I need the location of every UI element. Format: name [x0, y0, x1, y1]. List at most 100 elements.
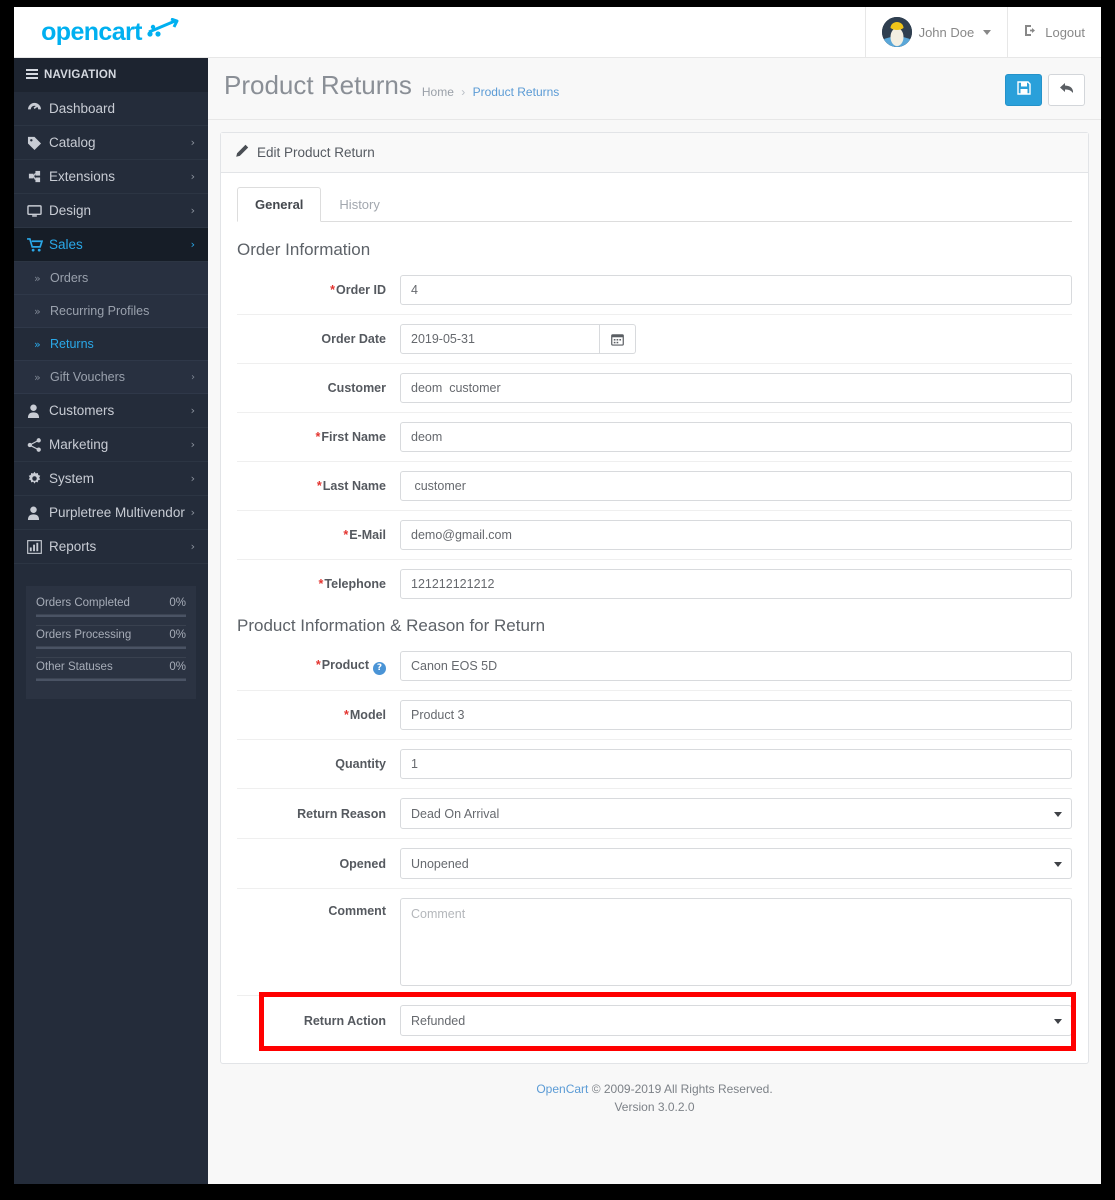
- sidebar-label: System: [49, 471, 95, 486]
- field-row-first-name: *First Name: [237, 413, 1072, 462]
- required-asterisk: *: [318, 577, 324, 591]
- sidebar-item-recurring-profiles[interactable]: » Recurring Profiles: [14, 295, 208, 328]
- avatar: [881, 17, 912, 47]
- stat-label: Orders Completed: [36, 597, 130, 609]
- telephone-input[interactable]: [400, 569, 1072, 599]
- navigation-label: NAVIGATION: [44, 69, 117, 81]
- back-button[interactable]: [1048, 74, 1085, 106]
- return-reason-select[interactable]: Dead On Arrival: [400, 798, 1072, 829]
- sidebar-item-customers[interactable]: Customers ›: [14, 394, 208, 428]
- comment-textarea[interactable]: [400, 898, 1072, 986]
- chevron-right-icon: ›: [190, 540, 195, 553]
- sidebar-item-orders[interactable]: » Orders: [14, 262, 208, 295]
- stat-value: 0%: [169, 597, 186, 609]
- desktop-icon: [27, 204, 49, 218]
- panel-body: General History Order Information *Order…: [221, 173, 1088, 1063]
- save-button[interactable]: [1005, 74, 1042, 106]
- sidebar-item-extensions[interactable]: Extensions ›: [14, 160, 208, 194]
- chevron-right-icon: ›: [190, 438, 195, 451]
- sidebar-item-dashboard[interactable]: Dashboard: [14, 92, 208, 126]
- tabs: General History: [237, 187, 1072, 222]
- label-opened: Opened: [339, 856, 386, 871]
- page-title: Product Returns: [224, 70, 412, 100]
- first-name-input[interactable]: [400, 422, 1072, 452]
- field-row-return-reason: Return Reason Dead On Arrival: [237, 789, 1072, 839]
- footer-version: Version 3.0.2.0: [614, 1100, 695, 1114]
- chevron-right-icon: ›: [191, 371, 195, 383]
- required-asterisk: *: [344, 708, 349, 722]
- sidebar-label: Purpletree Multivendor: [49, 505, 185, 520]
- double-chevron-icon: »: [34, 337, 41, 351]
- label-last-name: *Last Name: [316, 479, 386, 493]
- opencart-cart-icon: [147, 17, 181, 40]
- field-row-return-action: Return Action Refunded: [237, 992, 1076, 1051]
- user-menu[interactable]: John Doe: [864, 7, 1008, 57]
- required-asterisk: *: [330, 283, 335, 297]
- sidebar-item-sales[interactable]: Sales ›: [14, 228, 208, 262]
- double-chevron-icon: »: [34, 370, 41, 384]
- share-icon: [27, 437, 49, 452]
- label-order-date: Order Date: [321, 332, 386, 346]
- opencart-link[interactable]: OpenCart: [536, 1082, 588, 1096]
- customer-input[interactable]: [400, 373, 1072, 403]
- order-date-input[interactable]: [400, 324, 600, 354]
- stat-value: 0%: [169, 661, 186, 673]
- last-name-input[interactable]: [400, 471, 1072, 501]
- stat-label: Orders Processing: [36, 629, 132, 641]
- main-content: Product Returns Home › Product Returns E…: [208, 58, 1101, 1184]
- sidebar-label: Catalog: [49, 135, 96, 150]
- return-action-select[interactable]: Refunded: [400, 1005, 1072, 1036]
- stat-label: Other Statuses: [36, 661, 113, 673]
- sidebar-item-marketing[interactable]: Marketing ›: [14, 428, 208, 462]
- pencil-icon: [235, 144, 249, 161]
- sidebar-item-reports[interactable]: Reports ›: [14, 530, 208, 564]
- label-quantity: Quantity: [335, 757, 386, 771]
- chevron-down-icon: [1054, 861, 1062, 867]
- opened-value: Unopened: [411, 856, 469, 871]
- sidebar-item-system[interactable]: System ›: [14, 462, 208, 496]
- label-telephone: *Telephone: [318, 577, 386, 591]
- sidebar-label: Design: [49, 203, 92, 218]
- calendar-icon[interactable]: [600, 324, 636, 354]
- product-input[interactable]: [400, 651, 1072, 681]
- chevron-right-icon: ›: [190, 136, 195, 149]
- field-row-model: *Model: [237, 691, 1072, 740]
- opened-select[interactable]: Unopened: [400, 848, 1072, 879]
- field-row-quantity: Quantity: [237, 740, 1072, 789]
- field-row-last-name: *Last Name: [237, 462, 1072, 511]
- back-arrow-icon: [1059, 81, 1075, 99]
- model-input[interactable]: [400, 700, 1072, 730]
- footer-copyright: OpenCart © 2009-2019 All Rights Reserved…: [208, 1080, 1101, 1098]
- tab-history[interactable]: History: [321, 187, 397, 222]
- user-name: John Doe: [918, 24, 975, 40]
- logout-button[interactable]: Logout: [1007, 7, 1101, 57]
- field-row-order-date: Order Date: [237, 315, 1072, 364]
- breadcrumb: Home › Product Returns: [422, 72, 559, 99]
- question-circle-icon[interactable]: ?: [373, 661, 386, 675]
- logout-icon: [1024, 24, 1038, 40]
- quantity-input[interactable]: [400, 749, 1072, 779]
- brand-name: opencart: [41, 17, 142, 46]
- sidebar-sublabel: Orders: [50, 271, 89, 285]
- sidebar-item-gift-vouchers[interactable]: » Gift Vouchers ›: [14, 361, 208, 394]
- sidebar-label: Reports: [49, 539, 97, 554]
- field-row-email: *E-Mail: [237, 511, 1072, 560]
- breadcrumb-current[interactable]: Product Returns: [473, 85, 560, 99]
- sidebar-item-catalog[interactable]: Catalog ›: [14, 126, 208, 160]
- label-email: *E-Mail: [343, 528, 386, 542]
- brand-logo[interactable]: opencart: [14, 7, 208, 57]
- chevron-down-icon: [983, 29, 992, 35]
- order-id-input[interactable]: [400, 275, 1072, 305]
- sidebar-item-design[interactable]: Design ›: [14, 194, 208, 228]
- email-input[interactable]: [400, 520, 1072, 550]
- save-icon: [1016, 81, 1031, 99]
- field-row-customer: Customer: [237, 364, 1072, 413]
- sidebar-item-purpletree-multivendor[interactable]: Purpletree Multivendor ›: [14, 496, 208, 530]
- chevron-right-icon: ›: [190, 204, 195, 217]
- label-model: *Model: [344, 708, 386, 722]
- chevron-right-icon: ›: [190, 170, 195, 183]
- breadcrumb-home[interactable]: Home: [422, 85, 454, 99]
- sidebar-item-returns[interactable]: » Returns: [14, 328, 208, 361]
- stat-orders-processing: Orders Processing 0%: [36, 625, 186, 649]
- tab-general[interactable]: General: [237, 187, 322, 222]
